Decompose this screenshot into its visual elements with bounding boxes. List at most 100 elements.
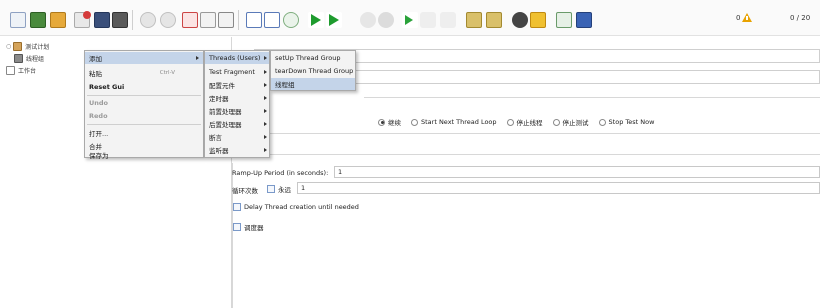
menu-item-threads[interactable]: Threads (Users) bbox=[205, 52, 269, 64]
radio-label: 继续 bbox=[388, 119, 401, 127]
save-as-icon[interactable] bbox=[112, 12, 128, 28]
delay-thread-row[interactable]: Delay Thread creation until needed bbox=[233, 203, 359, 211]
paste-icon[interactable] bbox=[218, 12, 234, 28]
tree-node-label: 测试计划 bbox=[25, 43, 50, 51]
menu-item-label: 断言 bbox=[209, 134, 222, 142]
collapse-icon[interactable] bbox=[264, 12, 280, 28]
copy-icon[interactable] bbox=[200, 12, 216, 28]
scheduler-row[interactable]: 调度器 bbox=[233, 222, 264, 232]
tree-node-test-plan[interactable]: ○ 测试计划 bbox=[6, 40, 49, 52]
tree-node-label: 线程组 bbox=[26, 55, 45, 63]
menu-item-label: setUp Thread Group bbox=[275, 54, 341, 62]
radio-stop-test-now[interactable]: Stop Test Now bbox=[598, 118, 654, 126]
undo-icon[interactable] bbox=[140, 12, 156, 28]
submenu-arrow-icon bbox=[264, 122, 267, 126]
forever-checkbox-row[interactable]: 永远 bbox=[267, 184, 291, 194]
submenu-arrow-icon bbox=[264, 70, 267, 74]
ramp-up-label: Ramp-Up Period (in seconds): bbox=[232, 169, 329, 177]
radio-continue[interactable]: 继续 bbox=[378, 117, 401, 127]
radio-stop-test[interactable]: 停止测试 bbox=[552, 117, 589, 127]
remote-start-icon[interactable] bbox=[402, 12, 418, 28]
menu-item-config-element[interactable]: 配置元件 bbox=[205, 79, 269, 91]
scheduler-label: 调度器 bbox=[244, 224, 264, 232]
menu-item-assertion[interactable]: 断言 bbox=[205, 131, 269, 143]
cut-icon[interactable] bbox=[182, 12, 198, 28]
menu-item-teardown-thread-group[interactable]: tearDown Thread Group bbox=[271, 65, 355, 77]
save-icon[interactable] bbox=[94, 12, 110, 28]
radio-indicator[interactable] bbox=[552, 118, 560, 126]
close-icon[interactable] bbox=[74, 11, 91, 28]
tree-node-thread-group[interactable]: 线程组 bbox=[14, 52, 44, 64]
menu-separator bbox=[87, 95, 201, 96]
expand-icon[interactable] bbox=[246, 12, 262, 28]
submenu-arrow-icon bbox=[264, 135, 267, 139]
radio-indicator[interactable] bbox=[506, 118, 514, 126]
loop-count-input[interactable]: 1 bbox=[297, 182, 820, 194]
templates-icon[interactable] bbox=[30, 12, 46, 28]
new-icon[interactable] bbox=[10, 12, 26, 28]
menu-item-reset-gui[interactable]: Reset Gui bbox=[85, 81, 203, 93]
menu-item-listener[interactable]: 监听器 bbox=[205, 144, 269, 156]
radio-label: 停止线程 bbox=[516, 119, 543, 127]
open-icon[interactable] bbox=[50, 12, 66, 28]
reset-search-icon[interactable] bbox=[530, 12, 546, 28]
tree-node-workbench[interactable]: 工作台 bbox=[6, 64, 36, 76]
forever-checkbox[interactable] bbox=[267, 185, 275, 193]
loop-count-label: 循环次数 bbox=[232, 187, 258, 195]
menu-item-save-as[interactable]: 保存为 bbox=[85, 151, 203, 159]
workbench-icon bbox=[6, 65, 15, 75]
shutdown-icon[interactable] bbox=[378, 12, 394, 28]
submenu-arrow-icon bbox=[264, 96, 267, 100]
menu-item-paste[interactable]: 粘贴 Ctrl-V bbox=[85, 67, 203, 79]
menu-separator bbox=[87, 124, 201, 125]
menu-item-label: Threads (Users) bbox=[209, 54, 261, 62]
menu-item-label: 配置元件 bbox=[209, 82, 235, 90]
stop-icon[interactable] bbox=[360, 12, 376, 28]
clear-all-icon[interactable] bbox=[486, 12, 502, 28]
function-helper-icon[interactable] bbox=[556, 12, 572, 28]
menu-item-post-processor[interactable]: 后置处理器 bbox=[205, 118, 269, 130]
tree-node-label: 工作台 bbox=[18, 67, 37, 75]
radio-stop-thread[interactable]: 停止线程 bbox=[506, 117, 543, 127]
search-icon[interactable] bbox=[512, 12, 528, 28]
menu-item-label: Test Fragment bbox=[209, 68, 255, 76]
scheduler-checkbox[interactable] bbox=[233, 223, 241, 231]
expand-toggle-icon[interactable]: ○ bbox=[6, 43, 11, 50]
menu-item-thread-group[interactable]: 线程组 bbox=[271, 78, 355, 90]
radio-start-next-loop[interactable]: Start Next Thread Loop bbox=[411, 118, 497, 126]
redo-icon[interactable] bbox=[160, 12, 176, 28]
start-icon[interactable] bbox=[308, 12, 324, 28]
menu-item-setup-thread-group[interactable]: setUp Thread Group bbox=[271, 52, 355, 64]
threads-submenu: setUp Thread Group tearDown Thread Group… bbox=[270, 50, 356, 91]
menu-item-add[interactable]: 添加 bbox=[85, 52, 203, 64]
ramp-up-input[interactable]: 1 bbox=[334, 166, 820, 178]
delay-thread-checkbox[interactable] bbox=[233, 203, 241, 211]
menu-item-label: 打开... bbox=[89, 130, 109, 138]
help-icon[interactable] bbox=[576, 12, 592, 28]
menu-item-undo: Undo bbox=[85, 97, 203, 109]
menu-item-label: 前置处理器 bbox=[209, 108, 242, 116]
menu-item-timer[interactable]: 定时器 bbox=[205, 92, 269, 104]
submenu-arrow-icon bbox=[196, 56, 199, 60]
toolbar-separator bbox=[238, 10, 239, 30]
start-no-pause-icon[interactable] bbox=[326, 12, 342, 28]
radio-indicator[interactable] bbox=[598, 118, 606, 126]
radio-indicator[interactable] bbox=[378, 118, 385, 126]
remote-stop-icon[interactable] bbox=[420, 12, 436, 28]
clear-icon[interactable] bbox=[466, 12, 482, 28]
menu-item-label: 合并 bbox=[89, 143, 102, 151]
test-plan-icon bbox=[13, 41, 23, 51]
radio-indicator[interactable] bbox=[411, 118, 418, 126]
add-submenu: Threads (Users) Test Fragment 配置元件 定时器 前… bbox=[204, 50, 270, 158]
menu-item-open[interactable]: 打开... bbox=[85, 127, 203, 139]
remote-exit-icon[interactable] bbox=[440, 12, 456, 28]
warning-count: 0 bbox=[736, 14, 741, 22]
warning-icon[interactable] bbox=[742, 13, 752, 22]
menu-item-test-fragment[interactable]: Test Fragment bbox=[205, 66, 269, 78]
menu-item-label: 后置处理器 bbox=[209, 121, 242, 129]
forever-label: 永远 bbox=[278, 186, 291, 194]
menu-item-pre-processor[interactable]: 前置处理器 bbox=[205, 105, 269, 117]
menu-item-label: Reset Gui bbox=[89, 83, 125, 91]
toggle-icon[interactable] bbox=[283, 12, 299, 28]
menu-item-shortcut: Ctrl-V bbox=[159, 70, 175, 76]
